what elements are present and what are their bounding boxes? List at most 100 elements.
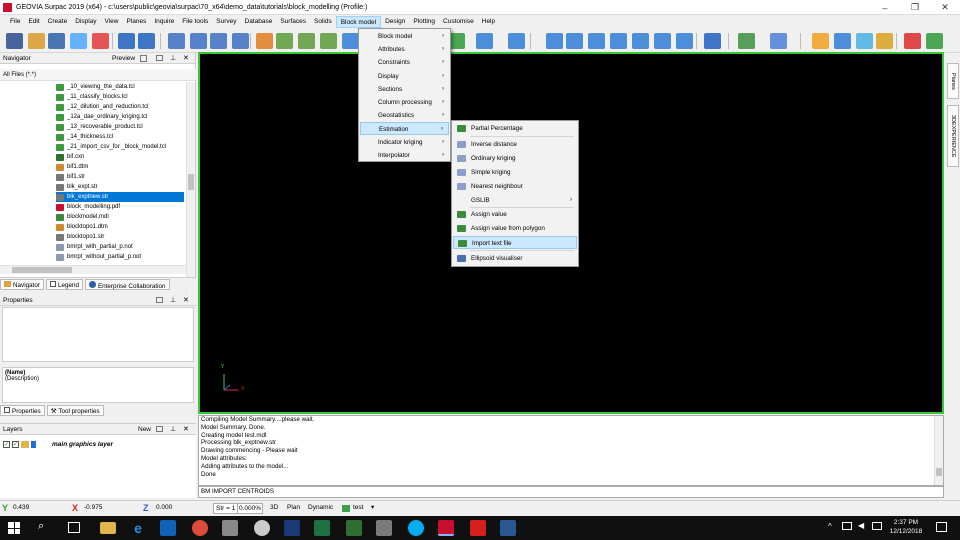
tree-item[interactable]: bif.cxn [56, 152, 184, 162]
tree-item[interactable]: bmrpt_without_partial_p.not [56, 252, 184, 262]
tab-navigator[interactable]: Navigator [0, 279, 44, 290]
menu-help[interactable]: Help [478, 16, 499, 28]
edge-browser-icon[interactable]: e [130, 520, 146, 536]
menu-solids[interactable]: Solids [310, 16, 336, 28]
tree-item[interactable]: bif1.dtm [56, 162, 184, 172]
sun-icon[interactable] [812, 33, 829, 49]
float-pane-icon[interactable] [156, 55, 163, 61]
surpac-taskbar-icon[interactable] [438, 520, 454, 536]
node-icon[interactable] [610, 33, 627, 49]
submenu-item-nearest-neighbour[interactable]: Nearest neighbour [453, 180, 577, 193]
pin-icon[interactable]: ⊥ [170, 295, 176, 306]
menu-file-tools[interactable]: File tools [178, 16, 212, 28]
tab-tool-properties[interactable]: ⚒ Tool properties [46, 405, 104, 416]
view-section-icon[interactable] [210, 33, 227, 49]
tab-properties[interactable]: Properties [0, 405, 45, 416]
pointer-icon[interactable] [476, 33, 493, 49]
menu-create[interactable]: Create [44, 16, 72, 28]
3dexperience-tab[interactable]: 3DEXPERIENCE [947, 105, 959, 167]
submenu-item-ordinary-kriging[interactable]: Ordinary kriging [453, 152, 577, 165]
view-3d-icon[interactable] [232, 33, 249, 49]
pin-icon[interactable]: ⊥ [170, 424, 176, 435]
menu-edit[interactable]: Edit [24, 16, 43, 28]
hexagon-icon[interactable] [834, 33, 851, 49]
menu-item-attributes[interactable]: Attributes › [360, 43, 449, 56]
tree-item[interactable]: bmrpt_with_partial_p.not [56, 242, 184, 252]
tree-item[interactable]: _21_import_csv_for _block_model.tcl [56, 142, 184, 152]
menu-item-display[interactable]: Display › [360, 70, 449, 83]
mesh-icon[interactable] [856, 33, 873, 49]
undo-icon[interactable] [118, 33, 135, 49]
stop-icon[interactable] [904, 33, 921, 49]
skype-icon[interactable] [408, 520, 424, 536]
new-layer-button[interactable]: New [138, 424, 151, 435]
h-scroll-thumb[interactable] [12, 267, 72, 273]
float-pane-icon[interactable] [156, 297, 163, 303]
chevron-down-icon[interactable]: ▾ [371, 502, 374, 514]
menu-display[interactable]: Display [71, 16, 100, 28]
measure-icon[interactable] [566, 33, 583, 49]
submenu-item-gslib[interactable]: GSLIB › [453, 194, 577, 207]
pan-icon[interactable] [342, 33, 359, 49]
tree-item[interactable]: _12_dilution_and_reduction.tcl [56, 102, 184, 112]
app-icon-figure[interactable] [284, 520, 300, 536]
menu-database[interactable]: Database [241, 16, 277, 28]
grid-view-icon[interactable] [168, 33, 185, 49]
menu-view[interactable]: View [101, 16, 123, 28]
outlook-icon[interactable] [160, 520, 176, 536]
submenu-item-partial-percentage[interactable]: Partial Percentage [453, 122, 577, 135]
clock-time[interactable]: 2:37 PM [888, 519, 924, 526]
line-icon[interactable] [632, 33, 649, 49]
menu-customise[interactable]: Customise [439, 16, 478, 28]
close-button[interactable]: ✕ [930, 0, 960, 15]
app-grey-icon[interactable] [376, 520, 392, 536]
close-pane-icon[interactable]: ✕ [183, 424, 189, 435]
menu-surfaces[interactable]: Surfaces [276, 16, 310, 28]
pencil-icon[interactable] [770, 33, 787, 49]
tree-item[interactable]: _14_thickness.tcl [56, 132, 184, 142]
menu-planes[interactable]: Planes [123, 16, 151, 28]
properties-grid[interactable] [2, 307, 194, 362]
menu-block-model[interactable]: Block model [335, 16, 382, 28]
calculator-icon[interactable] [222, 520, 238, 536]
tab-legend[interactable]: Legend [45, 279, 83, 290]
tree-item[interactable]: _13_recoverable_product.tcl [56, 122, 184, 132]
menu-item-indicator-kriging[interactable]: Indicator kriging › [360, 136, 449, 149]
axis-rotate-icon[interactable] [298, 33, 315, 49]
tree-item[interactable]: blk_expt.str [56, 182, 184, 192]
axes-icon[interactable] [276, 33, 293, 49]
gear-icon[interactable] [546, 33, 563, 49]
excel-icon[interactable] [314, 520, 330, 536]
menu-item-constraints[interactable]: Constraints › [360, 56, 449, 69]
word-icon[interactable] [500, 520, 516, 536]
menu-survey[interactable]: Survey [212, 16, 240, 28]
select-icon[interactable] [92, 33, 109, 49]
menu-item-sections[interactable]: Sections › [360, 83, 449, 96]
submenu-item-assign-value-from-polygon[interactable]: Assign value from polygon [453, 222, 577, 235]
chrome-icon[interactable] [192, 520, 208, 536]
tree-item[interactable]: _12a_dae_ordinary_kriging.tcl [56, 112, 184, 122]
mode-dynamic[interactable]: Dynamic [308, 502, 333, 514]
acrobat-icon[interactable] [470, 520, 486, 536]
pin-icon[interactable]: ⊥ [170, 53, 176, 64]
menu-plotting[interactable]: Plotting [409, 16, 439, 28]
tree-item[interactable]: blocktopo1.dtm [56, 222, 184, 232]
close-pane-icon[interactable]: ✕ [183, 295, 189, 306]
preview-icon[interactable] [140, 55, 147, 62]
submenu-item-assign-value[interactable]: Assign value [453, 208, 577, 221]
submenu-item-ellipsoid-visualiser[interactable]: Ellipsoid visualiser [453, 252, 577, 265]
tree-item[interactable]: block_modelling.pdf [56, 202, 184, 212]
minimize-button[interactable]: – [870, 0, 900, 15]
menu-design[interactable]: Design [381, 16, 409, 28]
open-folder-icon[interactable] [28, 33, 45, 49]
target-icon[interactable] [256, 33, 273, 49]
preview-toggle[interactable]: Preview [112, 53, 135, 64]
tree-item[interactable]: blockmodel.mdl [56, 212, 184, 222]
close-pane-icon[interactable]: ✕ [183, 53, 189, 64]
vertex-icon[interactable] [588, 33, 605, 49]
string-number-field[interactable]: Str = 1 [213, 503, 239, 514]
view-plan-toggle[interactable]: Plan [287, 502, 300, 514]
maximize-button[interactable]: ❐ [900, 0, 930, 15]
view-plan-icon[interactable] [190, 33, 207, 49]
tree-item[interactable]: bif1.str [56, 172, 184, 182]
